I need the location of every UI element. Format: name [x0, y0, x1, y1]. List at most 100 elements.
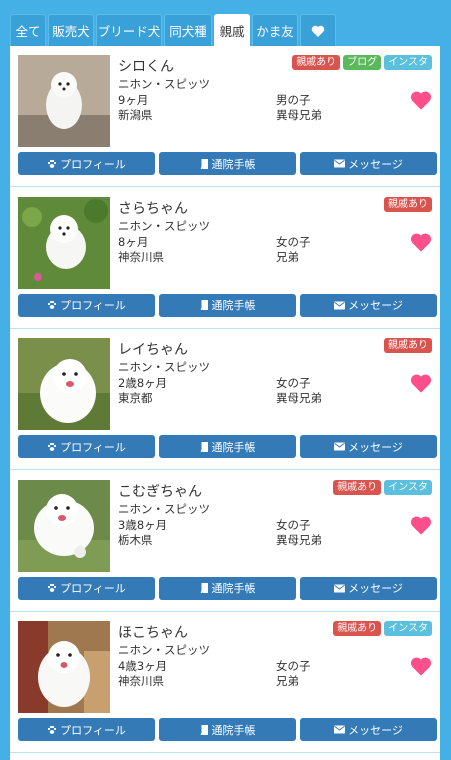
card-actions: プロフィール 通院手帳 メッセージ — [18, 152, 437, 175]
profile-button-label: プロフィール — [60, 440, 126, 454]
dog-photo-image — [18, 621, 110, 713]
notebook-button-label: 通院手帳 — [211, 299, 256, 312]
message-button-label: メッセージ — [348, 723, 403, 737]
notebook-button-label: 通院手帳 — [211, 157, 256, 171]
dog-name[interactable]: ほこちゃん — [118, 622, 188, 642]
dog-name[interactable]: さらちゃん — [118, 198, 188, 218]
paw-icon — [48, 442, 57, 451]
message-button[interactable]: メッセージ — [300, 718, 437, 741]
card-actions: プロフィール 通院手帳 メッセージ — [18, 293, 437, 317]
favorite-heart-icon[interactable] — [410, 515, 432, 535]
dog-photo[interactable] — [18, 196, 110, 289]
notebook-button-label: 通院手帳 — [211, 723, 256, 737]
dog-photo[interactable] — [18, 338, 110, 430]
badge-group: 親戚あり インスタ — [333, 479, 432, 495]
dog-location: 神奈川県 — [118, 249, 164, 264]
notebook-button[interactable]: 通院手帳 — [159, 576, 296, 600]
dog-location: 東京都 — [118, 391, 153, 405]
dog-photo[interactable] — [18, 55, 110, 147]
message-button[interactable]: メッセージ — [300, 152, 437, 175]
status-badge: 親戚あり — [333, 621, 382, 636]
profile-button-label: プロフィール — [60, 723, 126, 737]
message-button-label: メッセージ — [348, 582, 403, 595]
notebook-button[interactable]: 通院手帳 — [159, 718, 296, 741]
filter-tabs: 全て 販売犬 ブリード犬 同犬種 親戚 かま友 — [10, 14, 440, 46]
dog-sex: 男の子 — [276, 93, 311, 107]
dog-age: 8ヶ月 — [118, 234, 149, 249]
envelope-icon — [334, 159, 346, 168]
paw-icon — [48, 725, 57, 734]
dog-age: 3歳8ヶ月 — [118, 517, 168, 532]
badge-group: 親戚あり インスタ — [333, 621, 432, 636]
profile-button[interactable]: プロフィール — [18, 152, 155, 175]
dog-card: シロくん ニホン・スピッツ 9ヶ月 男の子 新潟県 異母兄弟 親戚あり ブログ イン… — [10, 46, 440, 187]
dog-card: さらちゃん ニホン・スピッツ 8ヶ月 女の子 神奈川県 兄弟 親戚あり プロフィ… — [10, 188, 440, 329]
profile-button[interactable]: プロフィール — [18, 435, 155, 458]
profile-button[interactable]: プロフィール — [18, 293, 155, 317]
dog-relation: 異母兄弟 — [276, 391, 322, 405]
book-icon — [200, 441, 208, 452]
notebook-button[interactable]: 通院手帳 — [159, 293, 296, 317]
dog-sex: 女の子 — [276, 376, 311, 390]
message-button[interactable]: メッセージ — [300, 435, 437, 458]
badge-group: 親戚あり — [384, 196, 432, 212]
card-actions: プロフィール 通院手帳 メッセージ — [18, 718, 437, 741]
dog-sex: 女の子 — [276, 234, 311, 249]
dog-photo-image — [18, 196, 110, 289]
favorite-heart-icon[interactable] — [410, 373, 432, 393]
favorite-heart-icon[interactable] — [410, 90, 432, 110]
envelope-icon — [334, 442, 346, 451]
dog-age: 4歳3ヶ月 — [118, 659, 168, 673]
dog-relation: 異母兄弟 — [276, 532, 322, 547]
heart-icon — [311, 25, 325, 37]
status-badge: 親戚あり — [384, 338, 432, 353]
message-button-label: メッセージ — [348, 299, 403, 312]
card-actions: プロフィール 通院手帳 メッセージ — [18, 576, 437, 600]
dog-breed: ニホン・スピッツ — [118, 643, 210, 657]
dog-card: ほこちゃん ニホン・スピッツ 4歳3ヶ月 女の子 神奈川県 兄弟 親戚あり インス… — [10, 612, 440, 753]
dog-name[interactable]: レイちゃん — [118, 339, 188, 359]
envelope-icon — [334, 725, 346, 734]
dog-breed: ニホン・スピッツ — [118, 77, 210, 91]
envelope-icon — [334, 301, 346, 309]
status-badge: 親戚あり — [384, 196, 432, 212]
dog-photo-image — [18, 338, 110, 430]
tab-breed-dogs[interactable]: ブリード犬 — [96, 14, 162, 46]
paw-icon — [48, 300, 57, 309]
book-icon — [200, 300, 208, 310]
dog-name[interactable]: シロくん — [118, 56, 174, 76]
tab-relatives[interactable]: 親戚 — [214, 14, 250, 46]
tab-for-sale[interactable]: 販売犬 — [48, 14, 94, 46]
favorite-heart-icon[interactable] — [410, 232, 432, 252]
dog-relation: 異母兄弟 — [276, 108, 322, 122]
dog-card: こむぎちゃん ニホン・スピッツ 3歳8ヶ月 女の子 栃木県 異母兄弟 親戚ありイ… — [10, 471, 440, 612]
notebook-button[interactable]: 通院手帳 — [159, 435, 296, 458]
tab-all[interactable]: 全て — [10, 14, 46, 46]
badge-group: 親戚あり ブログ インスタ — [292, 55, 432, 70]
paw-icon — [48, 583, 57, 592]
status-badge: ブログ — [343, 55, 382, 70]
dog-breed: ニホン・スピッツ — [118, 218, 210, 233]
message-button[interactable]: メッセージ — [300, 576, 437, 600]
tab-kama-friends[interactable]: かま友 — [252, 14, 298, 46]
dog-location: 栃木県 — [118, 532, 153, 547]
favorite-heart-icon[interactable] — [410, 656, 432, 676]
envelope-icon — [334, 584, 346, 592]
dog-photo[interactable] — [18, 621, 110, 713]
tab-favorites[interactable] — [300, 14, 336, 46]
dog-sex: 女の子 — [276, 517, 311, 532]
dog-name[interactable]: こむぎちゃん — [118, 481, 202, 501]
profile-button[interactable]: プロフィール — [18, 576, 155, 600]
notebook-button-label: 通院手帳 — [211, 440, 256, 454]
notebook-button[interactable]: 通院手帳 — [159, 152, 296, 175]
dog-relation: 兄弟 — [276, 674, 299, 688]
status-badge: 親戚あり — [333, 479, 382, 495]
profile-button-label: プロフィール — [60, 299, 126, 312]
paw-icon — [48, 159, 57, 168]
message-button[interactable]: メッセージ — [300, 293, 437, 317]
profile-button[interactable]: プロフィール — [18, 718, 155, 741]
dog-breed: ニホン・スピッツ — [118, 501, 210, 516]
profile-button-label: プロフィール — [60, 582, 126, 595]
dog-photo[interactable] — [18, 479, 110, 572]
tab-same-breed[interactable]: 同犬種 — [164, 14, 212, 46]
